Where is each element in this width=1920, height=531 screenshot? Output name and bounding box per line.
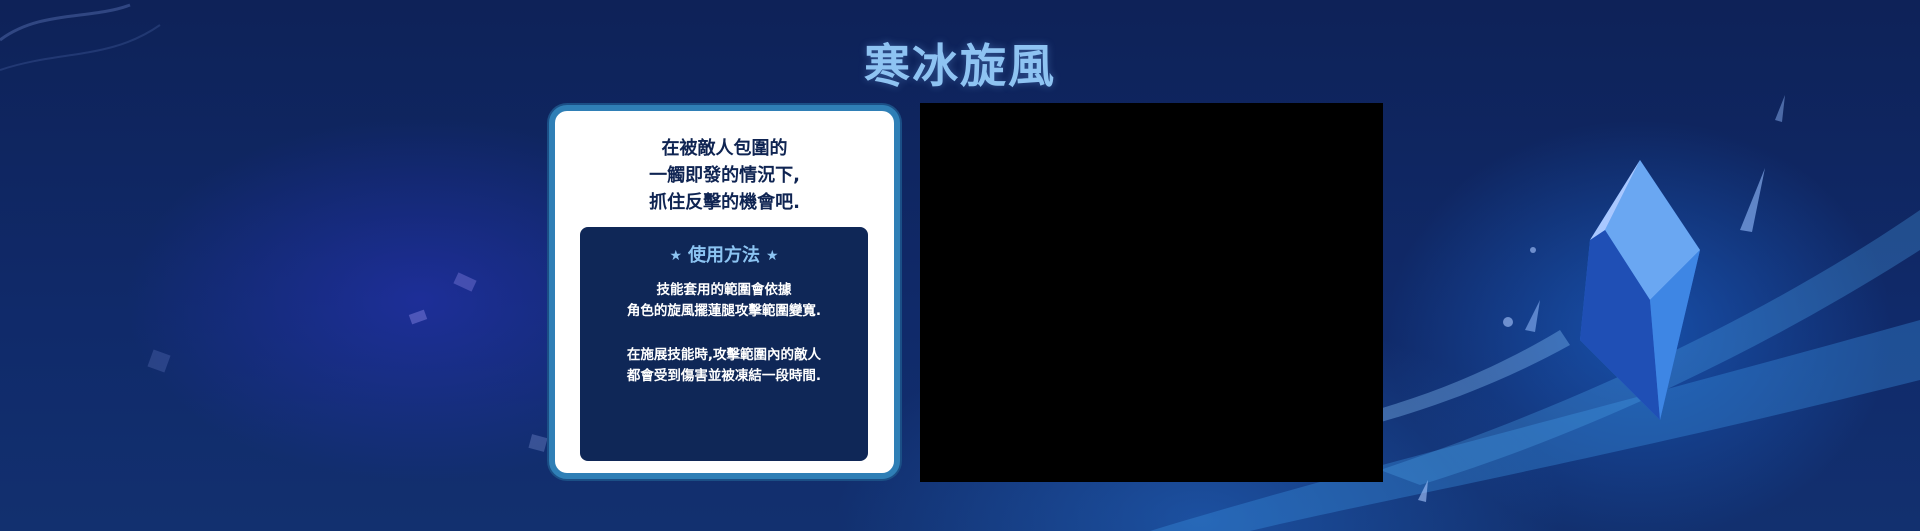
- usage-line: 角色的旋風擺蓮腿攻擊範圍變寬.: [626, 303, 822, 319]
- swirl-streak: [1380, 210, 1920, 485]
- shard-decoration: [147, 349, 171, 373]
- shard-decoration: [1775, 95, 1785, 122]
- page-title: 寒冰旋風: [864, 39, 1056, 93]
- shard-decoration: [1418, 480, 1428, 502]
- shard-decoration: [1525, 300, 1540, 332]
- usage-line: 技能套用的範圍會依據: [656, 282, 792, 298]
- skill-preview-video[interactable]: [920, 103, 1383, 482]
- shard-decoration: [453, 272, 477, 292]
- usage-paragraph: 技能套用的範圍會依據 角色的旋風擺蓮腿攻擊範圍變寬.: [580, 280, 868, 322]
- usage-heading: ★ 使用方法 ★: [580, 241, 868, 267]
- usage-line: 在施展技能時,攻擊範圍內的敵人: [626, 347, 822, 363]
- shard-decoration: [1503, 317, 1513, 327]
- shard-decoration: [408, 309, 428, 325]
- shard-decoration: [1530, 247, 1536, 253]
- star-icon: ★: [669, 248, 682, 264]
- star-icon: ★: [766, 248, 779, 264]
- usage-heading-label: 使用方法: [688, 245, 760, 266]
- skill-tagline: 在被敵人包圍的 一觸即發的情況下, 抓住反擊的機會吧.: [555, 135, 894, 216]
- tagline-line: 一觸即發的情況下,: [649, 165, 800, 186]
- shard-decoration: [528, 434, 548, 452]
- usage-line: 都會受到傷害並被凍結一段時間.: [626, 368, 822, 384]
- usage-panel: ★ 使用方法 ★ 技能套用的範圍會依據 角色的旋風擺蓮腿攻擊範圍變寬. 在施展技能時…: [580, 227, 868, 461]
- usage-paragraph: 在施展技能時,攻擊範圍內的敵人 都會受到傷害並被凍結一段時間.: [580, 345, 868, 387]
- ice-crystal-art: [1580, 160, 1700, 420]
- skill-info-card: 在被敵人包圍的 一觸即發的情況下, 抓住反擊的機會吧. ★ 使用方法 ★ 技能套用的…: [549, 105, 900, 479]
- tagline-line: 抓住反擊的機會吧.: [649, 192, 800, 213]
- shard-decoration: [1740, 168, 1765, 232]
- tagline-line: 在被敵人包圍的: [661, 138, 788, 159]
